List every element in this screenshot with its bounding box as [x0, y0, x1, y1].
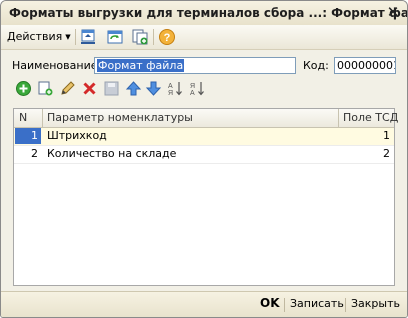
move-up-level-icon[interactable] — [79, 28, 97, 46]
dropdown-arrow-icon: ▼ — [65, 33, 71, 41]
button-divider — [284, 298, 285, 312]
toolbar-divider — [153, 29, 154, 45]
copy-document-icon[interactable] — [131, 28, 149, 46]
save-button[interactable]: Записать — [290, 297, 344, 310]
parameters-table: N Параметр номенклатуры Поле ТСД 1 Штрих… — [13, 108, 398, 286]
sort-asc-icon[interactable]: A Я — [167, 80, 184, 97]
toolbar-divider — [75, 29, 76, 45]
button-divider — [345, 298, 346, 312]
actions-menu-button[interactable]: Действия ▼ — [7, 29, 71, 45]
code-label: Код: — [303, 59, 329, 72]
row-tsd-field: 1 — [383, 129, 390, 142]
row-number: 2 — [31, 147, 38, 160]
name-label: Наименование: — [12, 59, 102, 72]
svg-text:?: ? — [164, 32, 171, 44]
svg-text:Я: Я — [168, 90, 173, 97]
actions-menu-label: Действия — [7, 30, 63, 43]
column-header-n[interactable]: N — [19, 111, 27, 124]
move-down-icon[interactable] — [145, 80, 162, 97]
column-divider — [42, 109, 43, 127]
title-bar[interactable]: Форматы выгрузки для терминалов сбора ..… — [1, 1, 407, 26]
svg-text:A: A — [168, 83, 173, 90]
svg-text:A: A — [190, 90, 195, 97]
delete-row-icon[interactable] — [81, 80, 98, 97]
column-header-tsd-field[interactable]: Поле ТСД — [343, 111, 398, 124]
column-divider — [338, 109, 339, 127]
toolbar: Действия ▼ ? — [1, 25, 407, 50]
column-header-parameter[interactable]: Параметр номенклатуры — [47, 111, 193, 124]
help-icon[interactable]: ? — [158, 28, 176, 46]
edit-row-icon[interactable] — [59, 80, 76, 97]
form-window: Форматы выгрузки для терминалов сбора ..… — [0, 0, 408, 318]
table-row[interactable]: 2 Количество на складе 2 — [14, 146, 394, 164]
save-row-icon[interactable] — [103, 80, 120, 97]
add-row-icon[interactable] — [15, 80, 32, 97]
table-row[interactable]: 1 Штрихкод 1 — [14, 128, 394, 146]
table-header: N Параметр номенклатуры Поле ТСД — [14, 109, 398, 128]
copy-row-icon[interactable] — [37, 80, 54, 97]
svg-text:Я: Я — [190, 83, 195, 90]
row-number: 1 — [15, 128, 41, 144]
move-up-icon[interactable] — [125, 80, 142, 97]
row-tsd-field: 2 — [383, 147, 390, 160]
ok-button[interactable]: OK — [260, 296, 280, 310]
row-parameter: Количество на складе — [47, 147, 177, 160]
sort-desc-icon[interactable]: Я A — [189, 80, 206, 97]
close-window-button[interactable]: ✕ — [385, 4, 401, 20]
code-field[interactable]: 000000001 — [334, 57, 396, 74]
refresh-icon[interactable] — [106, 28, 124, 46]
window-title: Форматы выгрузки для терминалов сбора ..… — [9, 6, 408, 20]
bottom-bar: OK Записать Закрыть — [1, 291, 407, 317]
name-field-value: Формат файла — [97, 59, 185, 72]
row-parameter: Штрихкод — [47, 129, 107, 142]
name-field[interactable]: Формат файла — [94, 57, 296, 74]
close-button[interactable]: Закрыть — [351, 297, 400, 310]
